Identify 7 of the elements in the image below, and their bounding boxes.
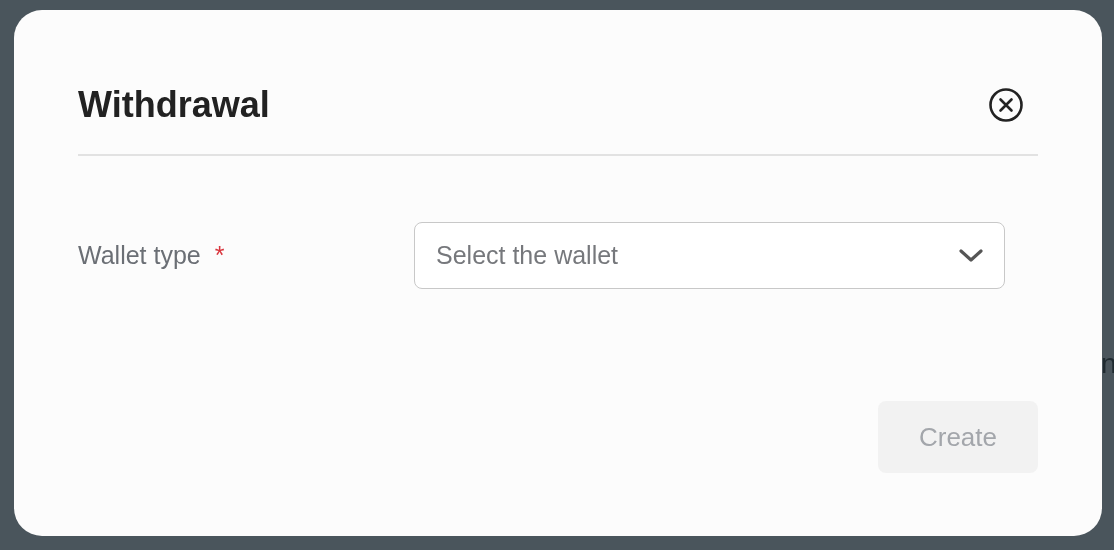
field-label: Wallet type bbox=[78, 241, 201, 270]
close-icon[interactable] bbox=[988, 87, 1024, 123]
chevron-down-icon bbox=[958, 247, 984, 264]
wallet-select[interactable]: Select the wallet bbox=[414, 222, 1005, 289]
dialog-title: Withdrawal bbox=[78, 83, 270, 127]
required-mark: * bbox=[214, 241, 225, 270]
select-placeholder: Select the wallet bbox=[436, 241, 619, 270]
